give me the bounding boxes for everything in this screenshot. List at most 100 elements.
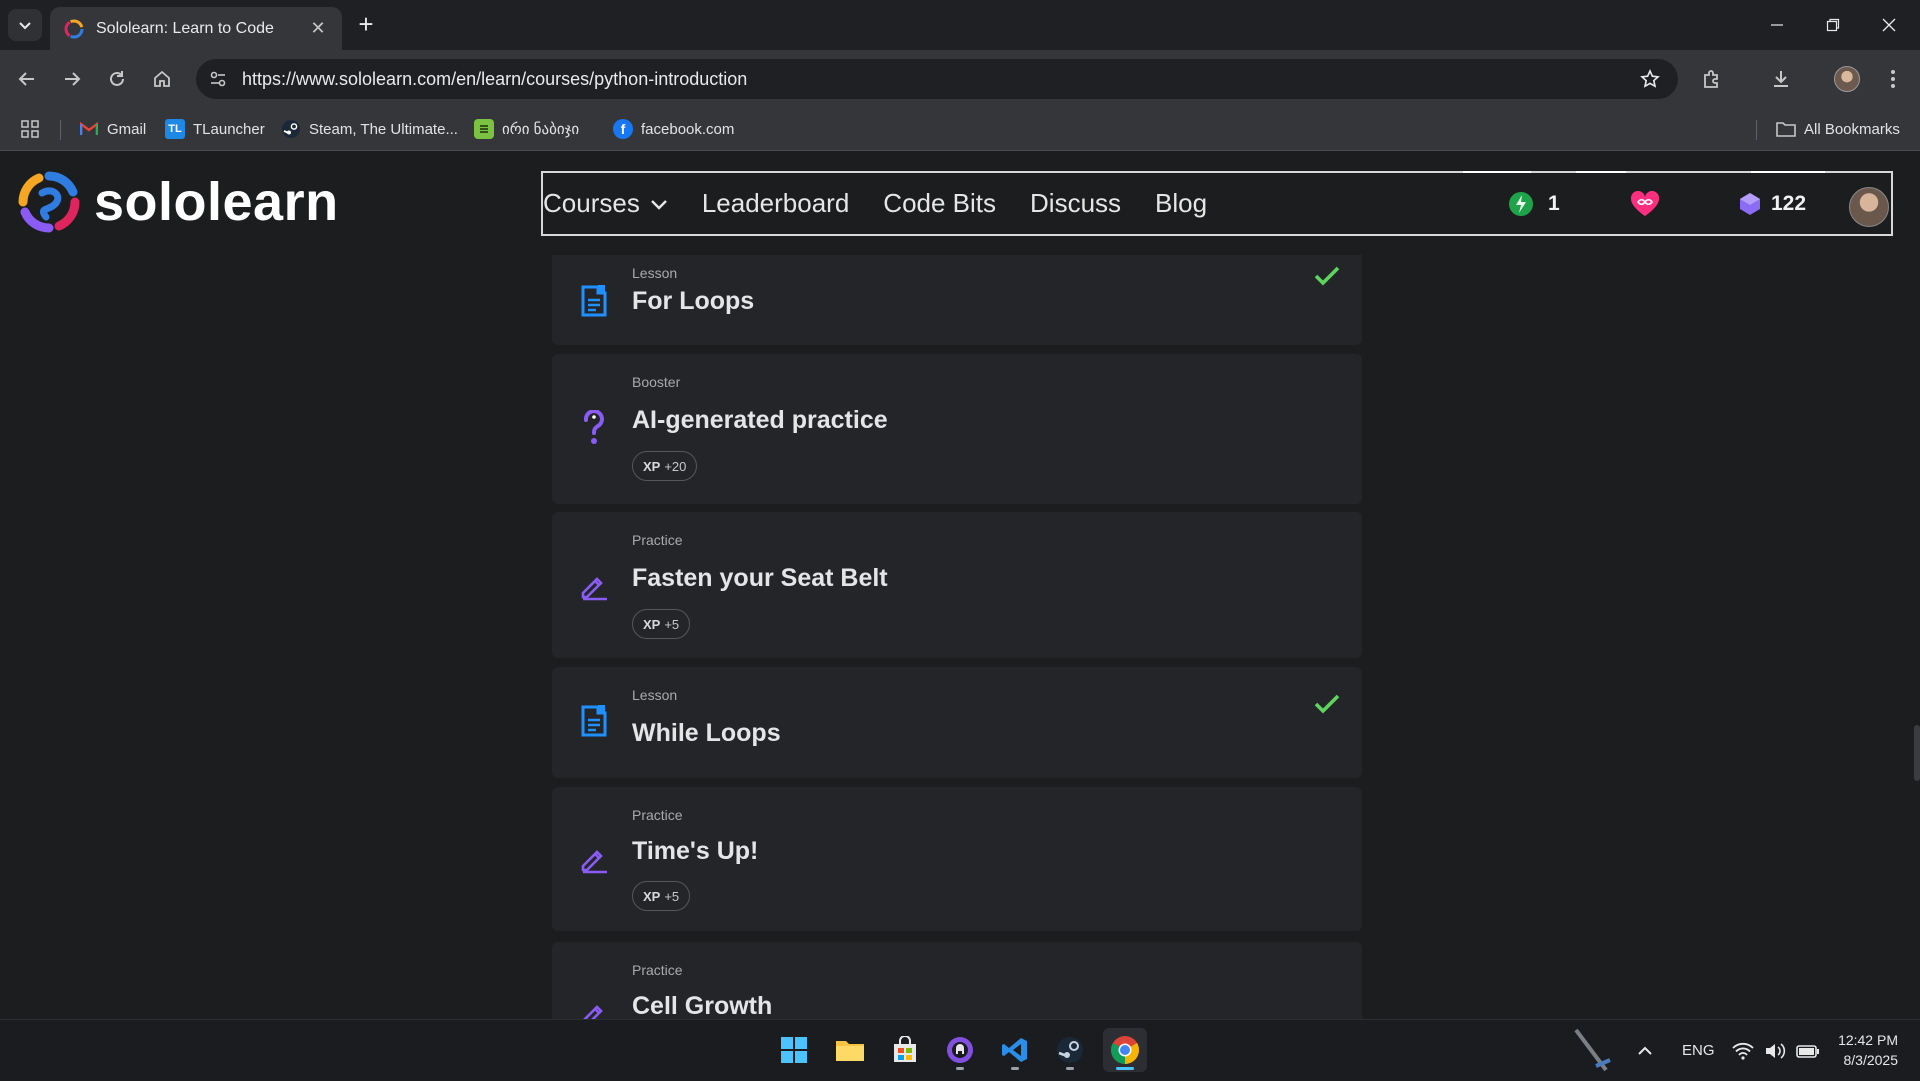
lesson-title: For Loops [632, 287, 755, 315]
xp-value: +5 [664, 616, 680, 632]
tab-search-button[interactable] [8, 9, 42, 41]
xp-badge: XP +5 [632, 881, 691, 911]
folder-icon [1776, 119, 1796, 139]
clock-time: 12:42 PM [1838, 1032, 1898, 1048]
minimize-button[interactable] [1754, 10, 1800, 40]
network-volume-battery[interactable] [1732, 1020, 1820, 1081]
back-button[interactable] [10, 62, 44, 96]
bits-counter[interactable]: 122 [1739, 173, 1806, 234]
streak-counter[interactable]: 1 [1508, 173, 1560, 234]
hearts-indicator[interactable] [1629, 173, 1661, 234]
volume-icon [1766, 1042, 1786, 1059]
running-indicator [1066, 1067, 1074, 1070]
lesson-kind: Booster [632, 374, 681, 390]
reload-button[interactable] [100, 62, 134, 96]
taskbar-microsoft-store[interactable] [883, 1028, 927, 1072]
nav-discuss[interactable]: Discuss [1030, 188, 1121, 219]
lesson-icon [576, 283, 612, 319]
extensions-button[interactable] [1695, 62, 1729, 96]
profile-button[interactable] [1830, 62, 1864, 96]
bookmark-gmail[interactable]: Gmail [79, 116, 146, 142]
wifi-icon [1732, 1042, 1754, 1060]
sololearn-favicon-icon [64, 19, 84, 38]
clock-date: 8/3/2025 [1843, 1052, 1899, 1068]
main-nav: Courses Leaderboard Code Bits Discuss Bl… [541, 171, 1893, 236]
xp-value: +5 [664, 888, 680, 904]
menu-button[interactable] [1876, 62, 1910, 96]
nav-code-bits[interactable]: Code Bits [883, 188, 996, 219]
active-indicator [1116, 1067, 1134, 1070]
puzzle-icon [1704, 70, 1718, 88]
running-indicator [1011, 1067, 1019, 1070]
bookmarks-divider [60, 120, 61, 140]
bookmark-steam[interactable]: Steam, The Ultimate... [281, 116, 458, 142]
practice-card[interactable]: Practice Time's Up! XP +5 [552, 787, 1362, 931]
lesson-kind: Lesson [632, 265, 678, 281]
nav-courses[interactable]: Courses [543, 188, 668, 219]
bookmark-georgian-site[interactable]: ირი ნაბიჯი [474, 116, 579, 142]
address-bar[interactable]: https://www.sololearn.com/en/learn/cours… [196, 59, 1678, 99]
xp-label: XP [643, 888, 661, 904]
arrow-left-icon [18, 72, 34, 86]
language-indicator[interactable]: ENG [1682, 1020, 1715, 1081]
tab-close-icon[interactable]: ✕ [308, 18, 328, 39]
nav-leaderboard[interactable]: Leaderboard [702, 188, 849, 219]
tab-title: Sololearn: Learn to Code [96, 19, 274, 37]
close-window-button[interactable] [1866, 10, 1912, 40]
nav-courses-label: Courses [543, 188, 640, 218]
system-clock[interactable]: 12:42 PM 8/3/2025 [1838, 1030, 1898, 1070]
url-text[interactable]: https://www.sololearn.com/en/learn/cours… [242, 69, 1630, 90]
question-mark-icon [576, 410, 612, 446]
tlauncher-icon: TL [165, 119, 185, 139]
xp-label: XP [643, 458, 661, 474]
lesson-card[interactable]: Lesson For Loops [552, 245, 1362, 345]
streak-count: 1 [1548, 191, 1560, 215]
bookmark-label: Gmail [107, 120, 147, 138]
home-button[interactable] [145, 62, 179, 96]
practice-card[interactable]: Practice Fasten your Seat Belt XP +5 [552, 512, 1362, 658]
apps-button[interactable] [20, 116, 40, 142]
lesson-title: Cell Growth [632, 992, 773, 1019]
bookmark-app-icon [474, 119, 494, 139]
nav-blog[interactable]: Blog [1155, 188, 1207, 219]
profile-avatar-icon [1834, 66, 1860, 92]
taskbar-chrome[interactable] [1103, 1028, 1147, 1072]
lesson-kind: Practice [632, 962, 683, 978]
site-header: sololearn Courses Leaderboard Code Bits … [0, 151, 1920, 255]
all-bookmarks-button[interactable]: All Bookmarks [1776, 116, 1900, 142]
tray-overflow-button[interactable] [1637, 1020, 1653, 1081]
page-scrollbar[interactable] [1914, 725, 1920, 781]
pencil-icon [576, 568, 612, 604]
github-icon [947, 1037, 973, 1063]
bookmark-facebook[interactable]: f facebook.com [613, 116, 734, 142]
booster-card[interactable]: Booster AI-generated practice XP +20 [552, 354, 1362, 504]
lesson-card[interactable]: Lesson While Loops [552, 667, 1362, 778]
taskbar-vscode[interactable] [993, 1028, 1037, 1072]
lesson-kind: Practice [632, 532, 683, 548]
restore-icon [1826, 18, 1840, 32]
folder-icon [836, 1041, 864, 1061]
bits-count: 122 [1771, 191, 1807, 215]
bookmark-tlauncher[interactable]: TL TLauncher [165, 116, 265, 142]
downloads-button[interactable] [1764, 62, 1798, 96]
restore-button[interactable] [1810, 10, 1856, 40]
taskbar-file-explorer[interactable] [828, 1028, 872, 1072]
bookmark-label: Steam, The Ultimate... [309, 120, 458, 138]
site-info-icon[interactable] [198, 59, 238, 99]
stat-indicator-line [1576, 171, 1626, 173]
user-avatar[interactable] [1849, 187, 1889, 227]
new-tab-button[interactable]: + [352, 11, 380, 39]
xp-badge: XP +20 [632, 451, 698, 481]
reload-icon [110, 71, 124, 86]
start-button[interactable] [772, 1028, 816, 1072]
bookmark-star-icon[interactable] [1630, 59, 1670, 99]
bookmark-label: ირი ნაბიჯი [502, 121, 580, 138]
lesson-icon [576, 703, 612, 739]
browser-tab[interactable]: Sololearn: Learn to Code ✕ [50, 7, 342, 50]
sololearn-logo[interactable]: sololearn [18, 171, 339, 233]
practice-card[interactable]: Practice Cell Growth [552, 942, 1362, 1019]
taskbar-github-desktop[interactable] [938, 1028, 982, 1072]
forward-button[interactable] [55, 62, 89, 96]
taskbar-steam[interactable] [1048, 1028, 1092, 1072]
tab-strip: Sololearn: Learn to Code ✕ + [0, 0, 1920, 50]
